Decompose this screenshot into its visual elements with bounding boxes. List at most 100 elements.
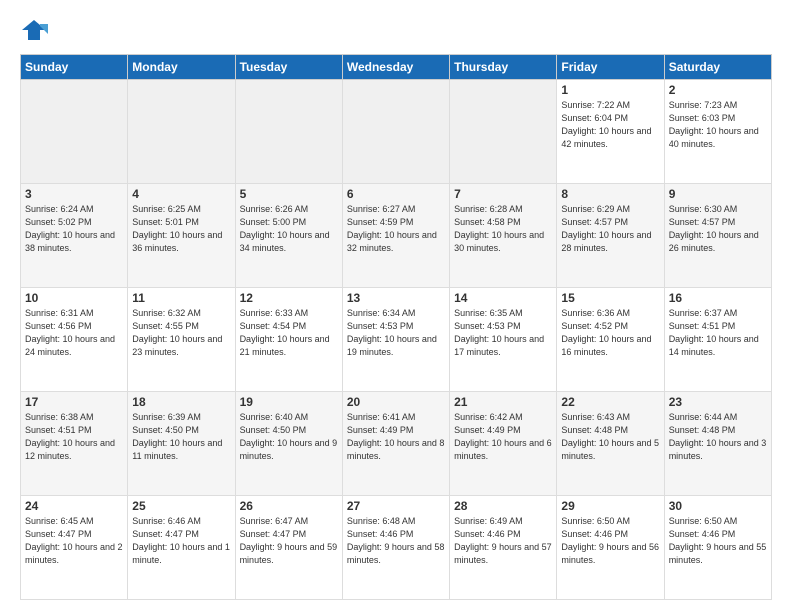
weekday-friday: Friday — [557, 55, 664, 80]
day-number: 4 — [132, 187, 230, 201]
day-number: 27 — [347, 499, 445, 513]
day-cell: 18 Sunrise: 6:39 AM Sunset: 4:50 PM Dayli… — [128, 392, 235, 496]
day-info: Sunrise: 6:46 AM Sunset: 4:47 PM Dayligh… — [132, 515, 230, 567]
day-cell: 5 Sunrise: 6:26 AM Sunset: 5:00 PM Daylig… — [235, 184, 342, 288]
day-cell: 22 Sunrise: 6:43 AM Sunset: 4:48 PM Dayli… — [557, 392, 664, 496]
day-number: 22 — [561, 395, 659, 409]
day-info: Sunrise: 6:35 AM Sunset: 4:53 PM Dayligh… — [454, 307, 552, 359]
logo-icon — [20, 16, 48, 44]
weekday-wednesday: Wednesday — [342, 55, 449, 80]
day-cell: 8 Sunrise: 6:29 AM Sunset: 4:57 PM Daylig… — [557, 184, 664, 288]
day-number: 1 — [561, 83, 659, 97]
day-number: 17 — [25, 395, 123, 409]
day-info: Sunrise: 6:25 AM Sunset: 5:01 PM Dayligh… — [132, 203, 230, 255]
day-info: Sunrise: 6:28 AM Sunset: 4:58 PM Dayligh… — [454, 203, 552, 255]
day-cell: 6Sunrise: 6:27 AM Sunset: 4:59 PM Daylig… — [342, 184, 449, 288]
logo — [20, 16, 50, 44]
day-number: 29 — [561, 499, 659, 513]
day-cell — [128, 80, 235, 184]
day-number: 8 — [561, 187, 659, 201]
day-cell: 29 Sunrise: 6:50 AM Sunset: 4:46 PM Dayli… — [557, 496, 664, 600]
day-number: 30 — [669, 499, 767, 513]
day-info: Sunrise: 7:23 AM Sunset: 6:03 PM Dayligh… — [669, 99, 767, 151]
day-cell — [342, 80, 449, 184]
day-cell: 21 Sunrise: 6:42 AM Sunset: 4:49 PM Dayli… — [450, 392, 557, 496]
day-info: Sunrise: 6:43 AM Sunset: 4:48 PM Dayligh… — [561, 411, 659, 463]
weekday-tuesday: Tuesday — [235, 55, 342, 80]
day-number: 24 — [25, 499, 123, 513]
day-info: Sunrise: 6:33 AM Sunset: 4:54 PM Dayligh… — [240, 307, 338, 359]
day-info: Sunrise: 6:36 AM Sunset: 4:52 PM Dayligh… — [561, 307, 659, 359]
day-cell: 25Sunrise: 6:46 AM Sunset: 4:47 PM Dayli… — [128, 496, 235, 600]
day-info: Sunrise: 6:41 AM Sunset: 4:49 PM Dayligh… — [347, 411, 445, 463]
day-cell: 26 Sunrise: 6:47 AM Sunset: 4:47 PM Dayli… — [235, 496, 342, 600]
week-row-3: 10 Sunrise: 6:31 AM Sunset: 4:56 PM Dayli… — [21, 288, 772, 392]
day-cell: 10 Sunrise: 6:31 AM Sunset: 4:56 PM Dayli… — [21, 288, 128, 392]
day-cell: 23Sunrise: 6:44 AM Sunset: 4:48 PM Dayli… — [664, 392, 771, 496]
week-row-5: 24 Sunrise: 6:45 AM Sunset: 4:47 PM Dayli… — [21, 496, 772, 600]
day-number: 19 — [240, 395, 338, 409]
day-cell: 24 Sunrise: 6:45 AM Sunset: 4:47 PM Dayli… — [21, 496, 128, 600]
day-number: 12 — [240, 291, 338, 305]
day-info: Sunrise: 6:47 AM Sunset: 4:47 PM Dayligh… — [240, 515, 338, 567]
day-info: Sunrise: 6:44 AM Sunset: 4:48 PM Dayligh… — [669, 411, 767, 463]
day-number: 6 — [347, 187, 445, 201]
day-number: 28 — [454, 499, 552, 513]
calendar-body: 1 Sunrise: 7:22 AM Sunset: 6:04 PM Daylig… — [21, 80, 772, 600]
day-info: Sunrise: 6:24 AM Sunset: 5:02 PM Dayligh… — [25, 203, 123, 255]
day-number: 16 — [669, 291, 767, 305]
weekday-monday: Monday — [128, 55, 235, 80]
day-info: Sunrise: 6:48 AM Sunset: 4:46 PM Dayligh… — [347, 515, 445, 567]
day-cell: 1 Sunrise: 7:22 AM Sunset: 6:04 PM Daylig… — [557, 80, 664, 184]
day-info: Sunrise: 6:39 AM Sunset: 4:50 PM Dayligh… — [132, 411, 230, 463]
weekday-header: SundayMondayTuesdayWednesdayThursdayFrid… — [21, 55, 772, 80]
day-cell: 14 Sunrise: 6:35 AM Sunset: 4:53 PM Dayli… — [450, 288, 557, 392]
day-info: Sunrise: 6:26 AM Sunset: 5:00 PM Dayligh… — [240, 203, 338, 255]
weekday-sunday: Sunday — [21, 55, 128, 80]
day-cell — [450, 80, 557, 184]
day-number: 20 — [347, 395, 445, 409]
day-cell: 28 Sunrise: 6:49 AM Sunset: 4:46 PM Dayli… — [450, 496, 557, 600]
day-info: Sunrise: 6:50 AM Sunset: 4:46 PM Dayligh… — [561, 515, 659, 567]
day-info: Sunrise: 6:45 AM Sunset: 4:47 PM Dayligh… — [25, 515, 123, 567]
weekday-saturday: Saturday — [664, 55, 771, 80]
day-cell: 7 Sunrise: 6:28 AM Sunset: 4:58 PM Daylig… — [450, 184, 557, 288]
day-info: Sunrise: 6:30 AM Sunset: 4:57 PM Dayligh… — [669, 203, 767, 255]
day-number: 15 — [561, 291, 659, 305]
week-row-1: 1 Sunrise: 7:22 AM Sunset: 6:04 PM Daylig… — [21, 80, 772, 184]
day-cell: 16Sunrise: 6:37 AM Sunset: 4:51 PM Dayli… — [664, 288, 771, 392]
week-row-2: 3Sunrise: 6:24 AM Sunset: 5:02 PM Daylig… — [21, 184, 772, 288]
day-info: Sunrise: 6:32 AM Sunset: 4:55 PM Dayligh… — [132, 307, 230, 359]
day-number: 11 — [132, 291, 230, 305]
week-row-4: 17 Sunrise: 6:38 AM Sunset: 4:51 PM Dayli… — [21, 392, 772, 496]
day-cell: 2 Sunrise: 7:23 AM Sunset: 6:03 PM Daylig… — [664, 80, 771, 184]
day-number: 10 — [25, 291, 123, 305]
day-number: 2 — [669, 83, 767, 97]
day-cell: 4 Sunrise: 6:25 AM Sunset: 5:01 PM Daylig… — [128, 184, 235, 288]
day-cell: 13 Sunrise: 6:34 AM Sunset: 4:53 PM Dayli… — [342, 288, 449, 392]
day-cell: 17 Sunrise: 6:38 AM Sunset: 4:51 PM Dayli… — [21, 392, 128, 496]
header — [20, 16, 772, 44]
day-number: 13 — [347, 291, 445, 305]
day-number: 7 — [454, 187, 552, 201]
day-info: Sunrise: 6:40 AM Sunset: 4:50 PM Dayligh… — [240, 411, 338, 463]
day-info: Sunrise: 6:38 AM Sunset: 4:51 PM Dayligh… — [25, 411, 123, 463]
day-number: 18 — [132, 395, 230, 409]
weekday-thursday: Thursday — [450, 55, 557, 80]
day-info: Sunrise: 6:31 AM Sunset: 4:56 PM Dayligh… — [25, 307, 123, 359]
day-number: 26 — [240, 499, 338, 513]
day-info: Sunrise: 7:22 AM Sunset: 6:04 PM Dayligh… — [561, 99, 659, 151]
day-info: Sunrise: 6:42 AM Sunset: 4:49 PM Dayligh… — [454, 411, 552, 463]
day-cell — [235, 80, 342, 184]
day-info: Sunrise: 6:29 AM Sunset: 4:57 PM Dayligh… — [561, 203, 659, 255]
day-cell: 9Sunrise: 6:30 AM Sunset: 4:57 PM Daylig… — [664, 184, 771, 288]
day-number: 14 — [454, 291, 552, 305]
day-number: 5 — [240, 187, 338, 201]
day-info: Sunrise: 6:49 AM Sunset: 4:46 PM Dayligh… — [454, 515, 552, 567]
day-number: 21 — [454, 395, 552, 409]
calendar: SundayMondayTuesdayWednesdayThursdayFrid… — [20, 54, 772, 600]
day-info: Sunrise: 6:50 AM Sunset: 4:46 PM Dayligh… — [669, 515, 767, 567]
day-cell: 27 Sunrise: 6:48 AM Sunset: 4:46 PM Dayli… — [342, 496, 449, 600]
day-cell: 12 Sunrise: 6:33 AM Sunset: 4:54 PM Dayli… — [235, 288, 342, 392]
day-info: Sunrise: 6:34 AM Sunset: 4:53 PM Dayligh… — [347, 307, 445, 359]
